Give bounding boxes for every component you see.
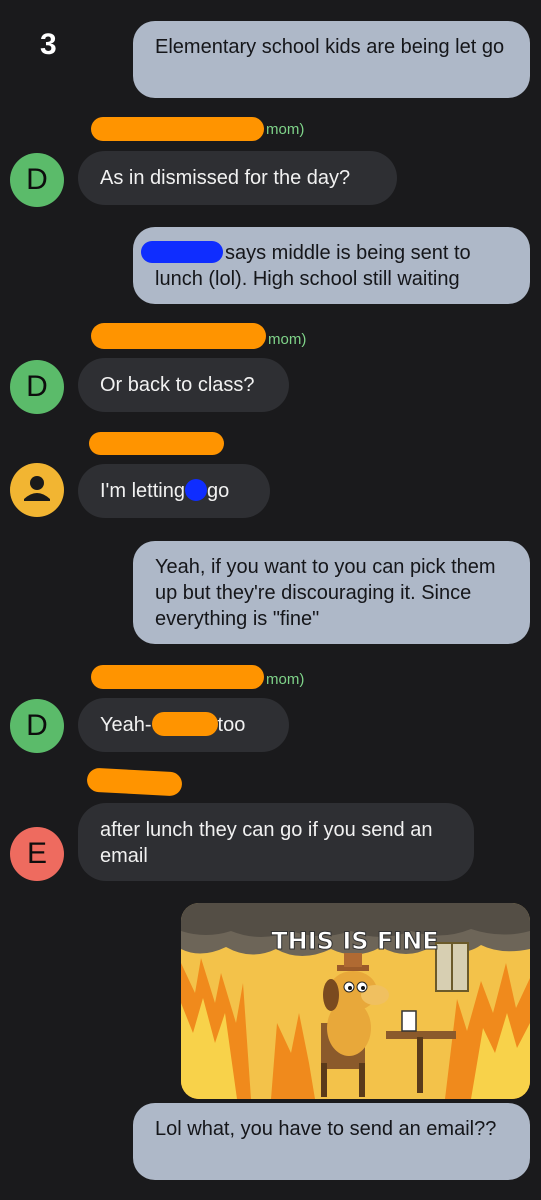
incoming-message-bubble[interactable]: Yeah-too bbox=[78, 698, 289, 752]
avatar-letter: E bbox=[26, 837, 47, 870]
redacted-sender-name bbox=[91, 323, 266, 349]
outgoing-message-bubble[interactable]: Elementary school kids are being let go bbox=[133, 21, 530, 98]
redacted-sender-name bbox=[86, 767, 183, 797]
outgoing-message-bubble[interactable]: says middle is being sent to lunch (lol)… bbox=[133, 227, 530, 304]
incoming-message-bubble[interactable]: As in dismissed for the day? bbox=[78, 151, 397, 205]
redacted-sender-name bbox=[91, 665, 264, 689]
contact-avatar[interactable] bbox=[10, 463, 64, 517]
contact-avatar[interactable]: D bbox=[10, 360, 64, 414]
message-text: Yeah- bbox=[100, 714, 152, 736]
incoming-message-bubble[interactable]: after lunch they can go if you send an e… bbox=[78, 803, 474, 881]
meme-image[interactable]: THIS IS FINE bbox=[181, 903, 530, 1099]
redacted-name bbox=[141, 241, 223, 263]
avatar-letter: D bbox=[26, 709, 48, 742]
outgoing-message-bubble[interactable]: Yeah, if you want to you can pick them u… bbox=[133, 541, 530, 644]
message-text-end: go bbox=[206, 480, 230, 502]
message-text: Elementary school kids are being let go bbox=[155, 36, 505, 58]
contact-avatar[interactable]: D bbox=[10, 699, 64, 753]
incoming-message-bubble[interactable]: I'm letting go bbox=[78, 464, 270, 518]
message-counter: 3 bbox=[40, 28, 57, 61]
message-text-end: too bbox=[217, 714, 246, 736]
redacted-sender-name bbox=[91, 117, 264, 141]
avatar-letter: D bbox=[26, 163, 48, 196]
message-text-line2: lunch (lol). High school still waiting bbox=[155, 268, 460, 290]
redacted-name bbox=[151, 712, 218, 736]
redacted-sender-name bbox=[89, 432, 224, 455]
message-text: I'm letting bbox=[100, 480, 185, 502]
meme-caption: THIS IS FINE bbox=[271, 927, 438, 955]
contact-avatar[interactable]: D bbox=[10, 153, 64, 207]
avatar-letter: D bbox=[26, 370, 48, 403]
redacted-name bbox=[184, 479, 207, 501]
message-text: after lunch they can go if you send an e… bbox=[100, 819, 433, 867]
contact-avatar[interactable]: E bbox=[10, 827, 64, 881]
outgoing-message-bubble[interactable]: Lol what, you have to send an email?? bbox=[133, 1103, 530, 1180]
this-is-fine-dog-image: THIS IS FINE bbox=[181, 903, 530, 1099]
message-text: Or back to class? bbox=[100, 374, 255, 396]
incoming-message-bubble[interactable]: Or back to class? bbox=[78, 358, 289, 412]
person-icon bbox=[24, 476, 50, 501]
message-text: says middle is being sent to bbox=[225, 242, 471, 264]
message-text: As in dismissed for the day? bbox=[100, 167, 351, 189]
message-text: Yeah, if you want to you can pick them u… bbox=[155, 556, 496, 630]
sender-name-suffix: mom) bbox=[266, 671, 305, 688]
sender-name-suffix: mom) bbox=[268, 331, 307, 348]
sender-name-suffix: mom) bbox=[266, 121, 305, 138]
message-text: Lol what, you have to send an email?? bbox=[155, 1118, 497, 1140]
